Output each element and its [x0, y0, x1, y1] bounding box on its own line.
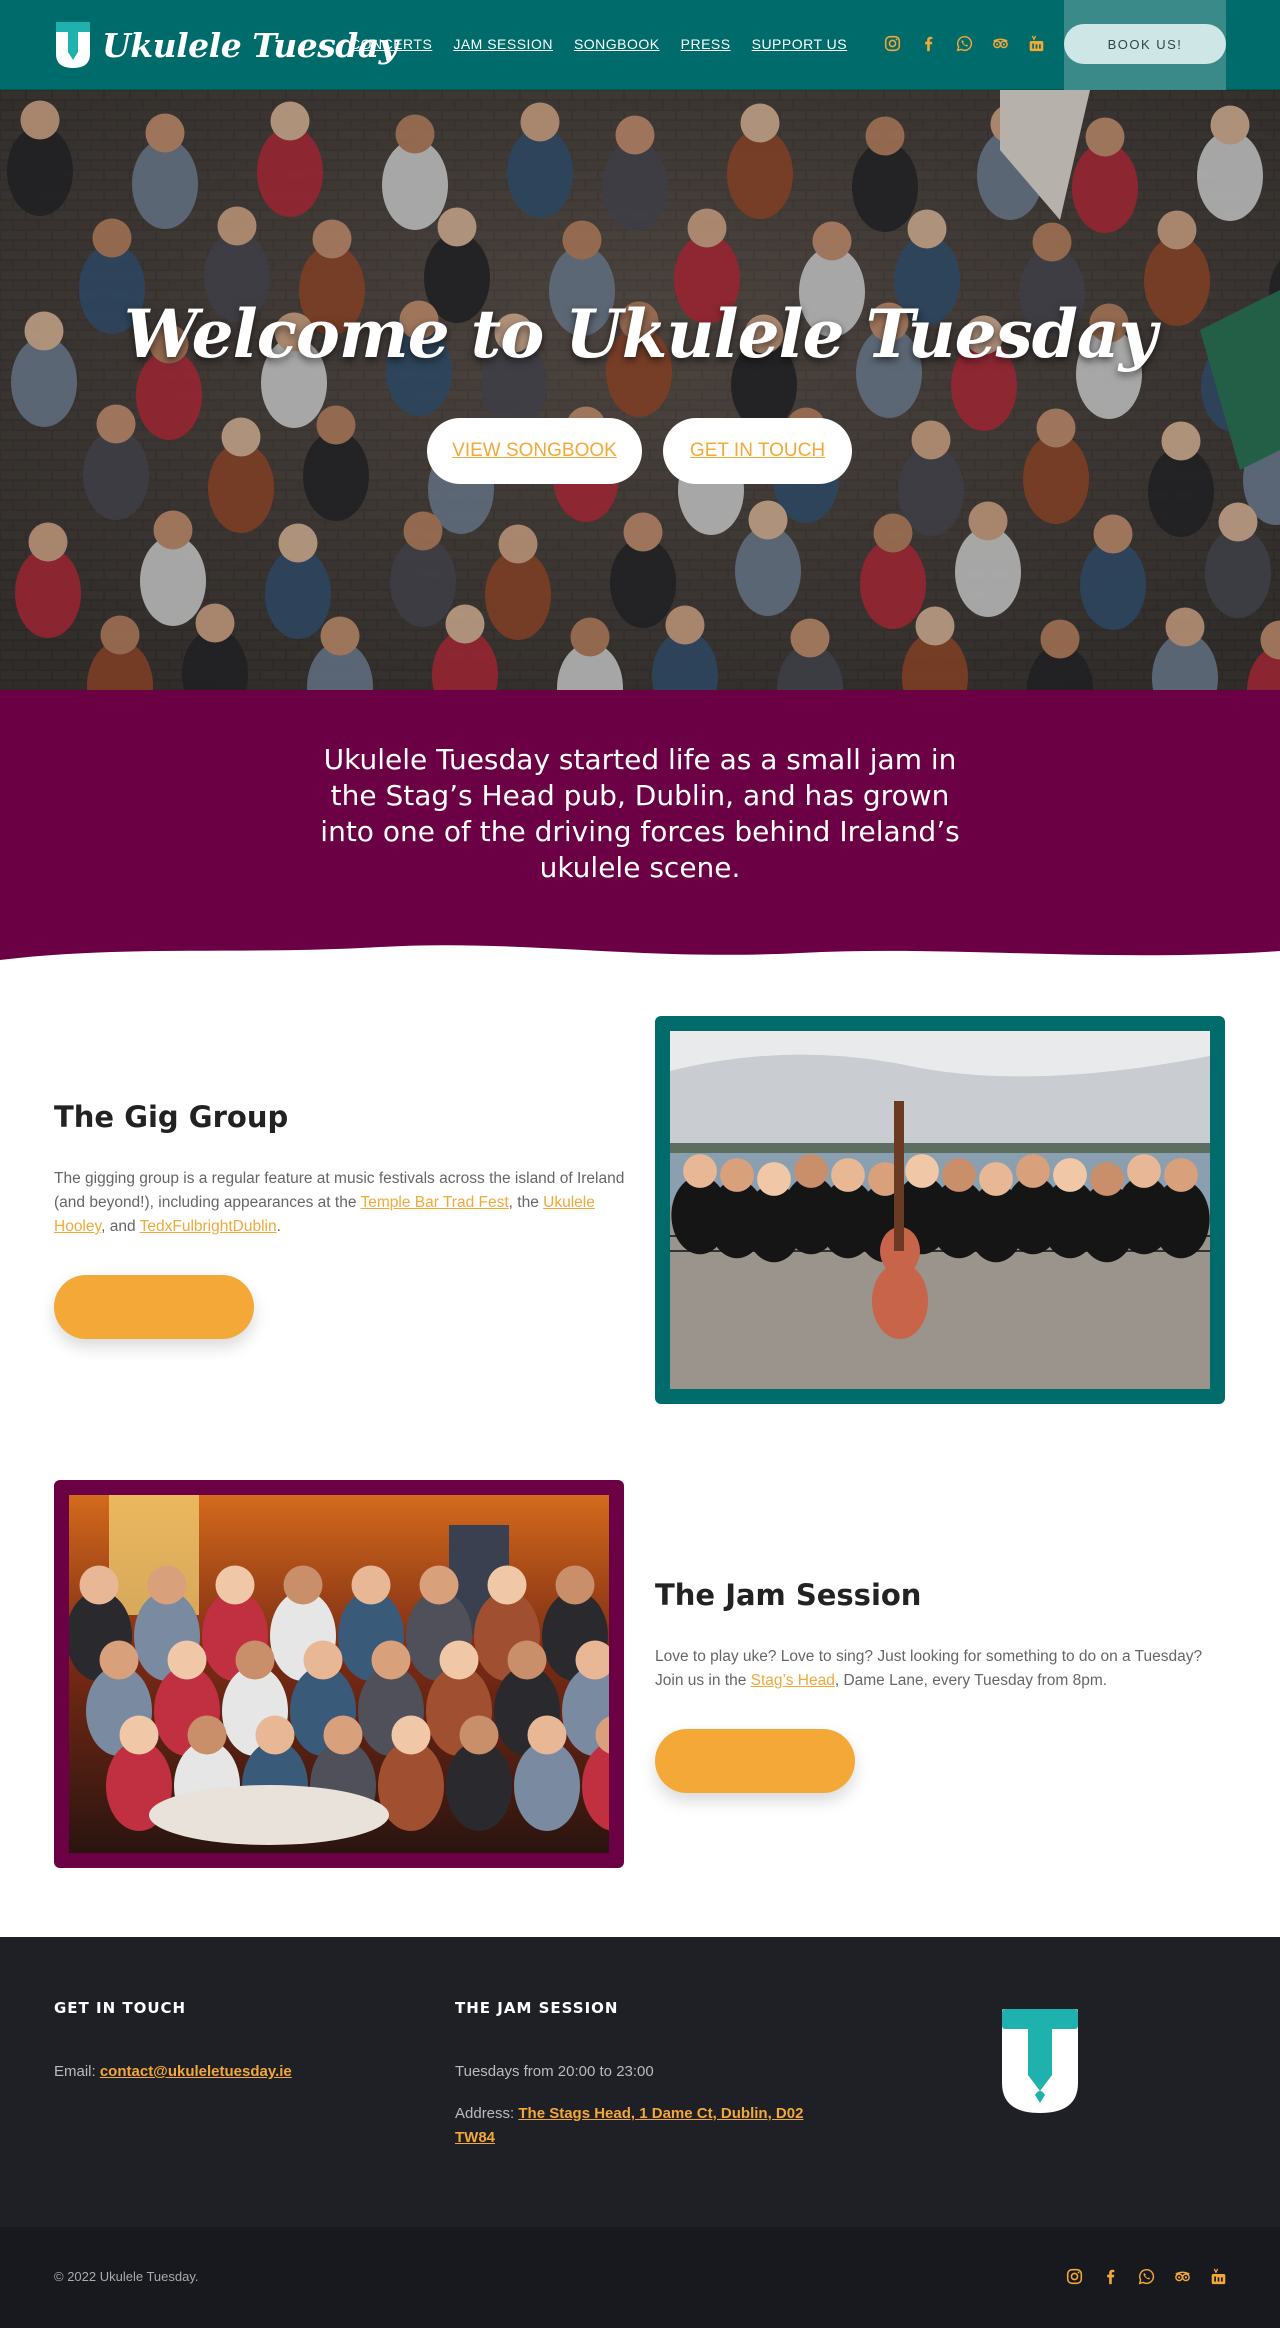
- jam-session-button[interactable]: [655, 1729, 855, 1793]
- facebook-icon[interactable]: [1101, 2267, 1120, 2286]
- youtube-icon[interactable]: [1209, 2267, 1228, 2286]
- gig-group-button[interactable]: [54, 1275, 254, 1339]
- footer-contact-heading: GET IN TOUCH: [54, 1999, 187, 2017]
- footer-email: Email: contact@ukuleletuesday.ie: [54, 2063, 292, 2080]
- copyright-text: © 2022 Ukulele Tuesday.: [54, 2269, 199, 2284]
- footer-address: Address: The Stags Head, 1 Dame Ct, Dubl…: [455, 2105, 804, 2146]
- nav-concerts[interactable]: CONCERTS: [350, 36, 432, 52]
- whatsapp-icon[interactable]: [955, 34, 974, 53]
- jam-session-photo-frame: [54, 1480, 648, 1868]
- nav-press[interactable]: PRESS: [681, 36, 731, 52]
- jam-session-text: Love to play uke? Love to sing? Just loo…: [655, 1648, 1203, 1689]
- temple-bar-link[interactable]: Temple Bar Trad Fest: [361, 1194, 509, 1211]
- footer-social: [1065, 2267, 1228, 2286]
- nav-jam-session[interactable]: JAM SESSION: [453, 36, 553, 52]
- get-in-touch-button[interactable]: GET IN TOUCH: [663, 418, 852, 484]
- gig-group-photo: [670, 1031, 1210, 1389]
- main-nav: CONCERTS JAM SESSION SONGBOOK PRESS SUPP…: [350, 36, 847, 52]
- view-songbook-button[interactable]: VIEW SONGBOOK: [427, 418, 642, 484]
- footer-hours: Tuesdays from 20:00 to 23:00: [455, 2063, 654, 2080]
- gig-group-title: The Gig Group: [54, 1100, 289, 1134]
- wave-divider: [0, 945, 1280, 985]
- instagram-icon[interactable]: [1065, 2267, 1084, 2286]
- jam-session-photo: [66, 1495, 648, 1853]
- site-header: Ukulele Tuesday CONCERTS JAM SESSION SON…: [0, 0, 1280, 90]
- header-social: [883, 34, 1046, 53]
- nav-songbook[interactable]: SONGBOOK: [574, 36, 660, 52]
- jam-session-title: The Jam Session: [655, 1578, 922, 1612]
- youtube-icon[interactable]: [1027, 34, 1046, 53]
- site-footer: GET IN TOUCH Email: contact@ukuleletuesd…: [0, 1937, 1280, 2227]
- facebook-icon[interactable]: [919, 34, 938, 53]
- footer-jam-heading: THE JAM SESSION: [455, 1999, 619, 2017]
- tedx-link[interactable]: TedxFulbrightDublin: [140, 1218, 277, 1235]
- intro-text: Ukulele Tuesday started life as a small …: [320, 743, 960, 884]
- footer-logo-icon: [1002, 2009, 1078, 2113]
- hero-photo: [0, 90, 1280, 690]
- site-logo[interactable]: Ukulele Tuesday: [54, 20, 398, 70]
- instagram-icon[interactable]: [883, 34, 902, 53]
- tripadvisor-icon[interactable]: [991, 34, 1010, 53]
- nav-support-us[interactable]: SUPPORT US: [752, 36, 848, 52]
- gig-group-photo-frame: [655, 1016, 1225, 1404]
- hero-title: Welcome to Ukulele Tuesday: [123, 295, 1157, 373]
- logo-mark-icon: [54, 20, 92, 70]
- footer-bottom-bar: © 2022 Ukulele Tuesday.: [0, 2227, 1280, 2328]
- hero-banner: Welcome to Ukulele Tuesday VIEW SONGBOOK…: [0, 90, 1280, 690]
- whatsapp-icon[interactable]: [1137, 2267, 1156, 2286]
- tripadvisor-icon[interactable]: [1173, 2267, 1192, 2286]
- email-link[interactable]: contact@ukuleletuesday.ie: [100, 2063, 292, 2080]
- stags-head-link[interactable]: Stag’s Head: [751, 1672, 835, 1689]
- gig-group-text: The gigging group is a regular feature a…: [54, 1170, 625, 1235]
- book-us-button[interactable]: BOOK US!: [1064, 24, 1226, 64]
